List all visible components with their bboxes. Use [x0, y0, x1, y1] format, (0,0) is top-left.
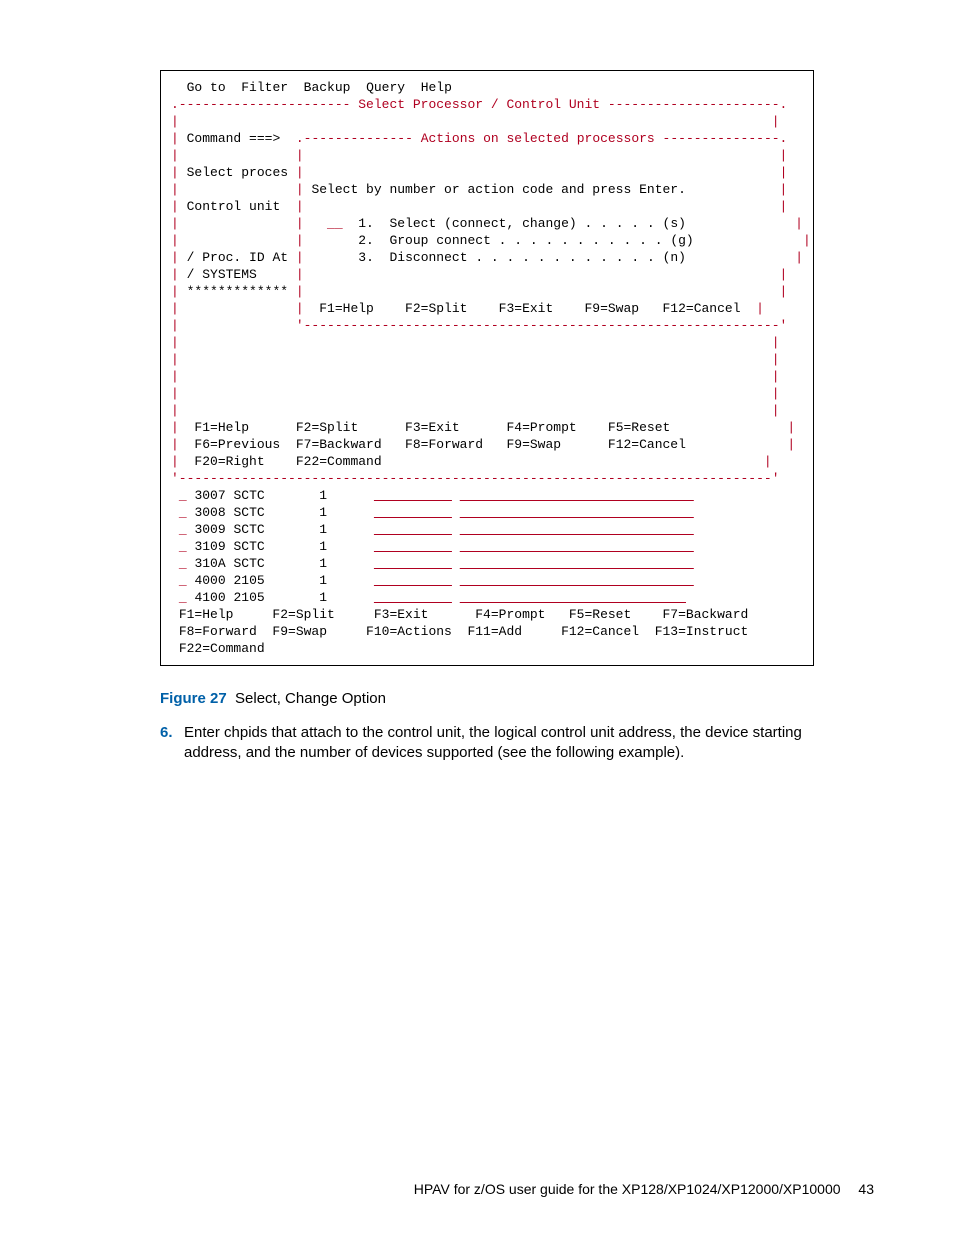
stars-row: *************: [187, 284, 288, 299]
figure-label: Figure 27: [160, 690, 227, 707]
row-id: 3109: [194, 539, 225, 554]
terminal-content: Go to Filter Backup Query Help .--------…: [171, 79, 803, 657]
row-n: 1: [319, 556, 327, 571]
row-field[interactable]: [460, 488, 694, 503]
popup-top-border: .-------------- Actions on selected proc…: [296, 131, 788, 146]
step-number: 6.: [160, 723, 184, 764]
page-footer: HPAV for z/OS user guide for the XP128/X…: [414, 1181, 874, 1197]
page-number: 43: [858, 1181, 874, 1197]
row-type: SCTC: [233, 488, 264, 503]
figure-caption: Figure 27 Select, Change Option: [160, 690, 874, 707]
row-sel[interactable]: _: [179, 522, 187, 537]
mid-fkeys-line1: F1=Help F2=Split F3=Exit F4=Prompt F5=Re…: [194, 420, 670, 435]
row-sel[interactable]: _: [179, 539, 187, 554]
row-field[interactable]: [460, 573, 694, 588]
document-page: Go to Filter Backup Query Help .--------…: [0, 0, 954, 1235]
row-id: 3008: [194, 505, 225, 520]
panel-top-border: .---------------------- Select Processor…: [171, 97, 787, 112]
popup-fkeys: F1=Help F2=Split F3=Exit F9=Swap F12=Can…: [319, 301, 740, 316]
row-n: 1: [319, 573, 327, 588]
row-type: 2105: [233, 590, 264, 605]
step-6: 6. Enter chpids that attach to the contr…: [160, 723, 814, 764]
command-label: Command ===>: [187, 131, 281, 146]
popup-instruction: Select by number or action code and pres…: [311, 182, 685, 197]
action-input-underscore[interactable]: __: [327, 216, 343, 231]
row-field[interactable]: [460, 522, 694, 537]
row-field[interactable]: [374, 522, 452, 537]
row-type: SCTC: [233, 539, 264, 554]
row-sel[interactable]: _: [179, 556, 187, 571]
row-sel[interactable]: _: [179, 590, 187, 605]
row-id: 4100: [194, 590, 225, 605]
row-field[interactable]: [460, 539, 694, 554]
row-field[interactable]: [460, 556, 694, 571]
row-n: 1: [319, 590, 327, 605]
action-2[interactable]: 2. Group connect . . . . . . . . . . . (…: [358, 233, 693, 248]
row-field[interactable]: [374, 505, 452, 520]
row-n: 1: [319, 505, 327, 520]
systems-label: / SYSTEMS: [187, 267, 257, 282]
mid-fkeys-line3: F20=Right F22=Command: [194, 454, 381, 469]
row-n: 1: [319, 522, 327, 537]
menu-bar: Go to Filter Backup Query Help: [171, 80, 452, 95]
row-id: 3009: [194, 522, 225, 537]
action-3[interactable]: 3. Disconnect . . . . . . . . . . . . (n…: [358, 250, 686, 265]
bottom-fkeys-line1: F1=Help F2=Split F3=Exit F4=Prompt F5=Re…: [179, 607, 749, 622]
row-field[interactable]: [460, 505, 694, 520]
figure-title: Select, Change Option: [235, 690, 386, 707]
proc-id-at-label: / Proc. ID At: [187, 250, 288, 265]
row-field[interactable]: [460, 590, 686, 605]
terminal-screenshot-frame: Go to Filter Backup Query Help .--------…: [160, 70, 814, 666]
row-sel[interactable]: _: [179, 505, 187, 520]
step-text: Enter chpids that attach to the control …: [184, 723, 814, 764]
row-sel[interactable]: _: [179, 573, 187, 588]
row-type: SCTC: [233, 505, 264, 520]
footer-text: HPAV for z/OS user guide for the XP128/X…: [414, 1181, 841, 1197]
row-type: 2105: [233, 573, 264, 588]
row-type: SCTC: [233, 522, 264, 537]
mid-fkeys-line2: F6=Previous F7=Backward F8=Forward F9=Sw…: [194, 437, 685, 452]
row-field[interactable]: [374, 556, 452, 571]
row-n: 1: [319, 539, 327, 554]
bottom-fkeys-line3: F22=Command: [179, 641, 265, 656]
row-field[interactable]: [374, 573, 452, 588]
control-unit-label: Control unit: [187, 199, 281, 214]
action-1[interactable]: 1. Select (connect, change) . . . . . (s…: [358, 216, 686, 231]
row-id: 4000: [194, 573, 225, 588]
row-n: 1: [319, 488, 327, 503]
select-proces-label: Select proces: [187, 165, 288, 180]
row-id: 3007: [194, 488, 225, 503]
row-field[interactable]: [374, 488, 452, 503]
bottom-fkeys-line2: F8=Forward F9=Swap F10=Actions F11=Add F…: [179, 624, 749, 639]
row-id: 310A: [194, 556, 225, 571]
row-type: SCTC: [233, 556, 264, 571]
row-field[interactable]: [374, 590, 452, 605]
row-sel[interactable]: _: [179, 488, 187, 503]
row-field[interactable]: [374, 539, 452, 554]
